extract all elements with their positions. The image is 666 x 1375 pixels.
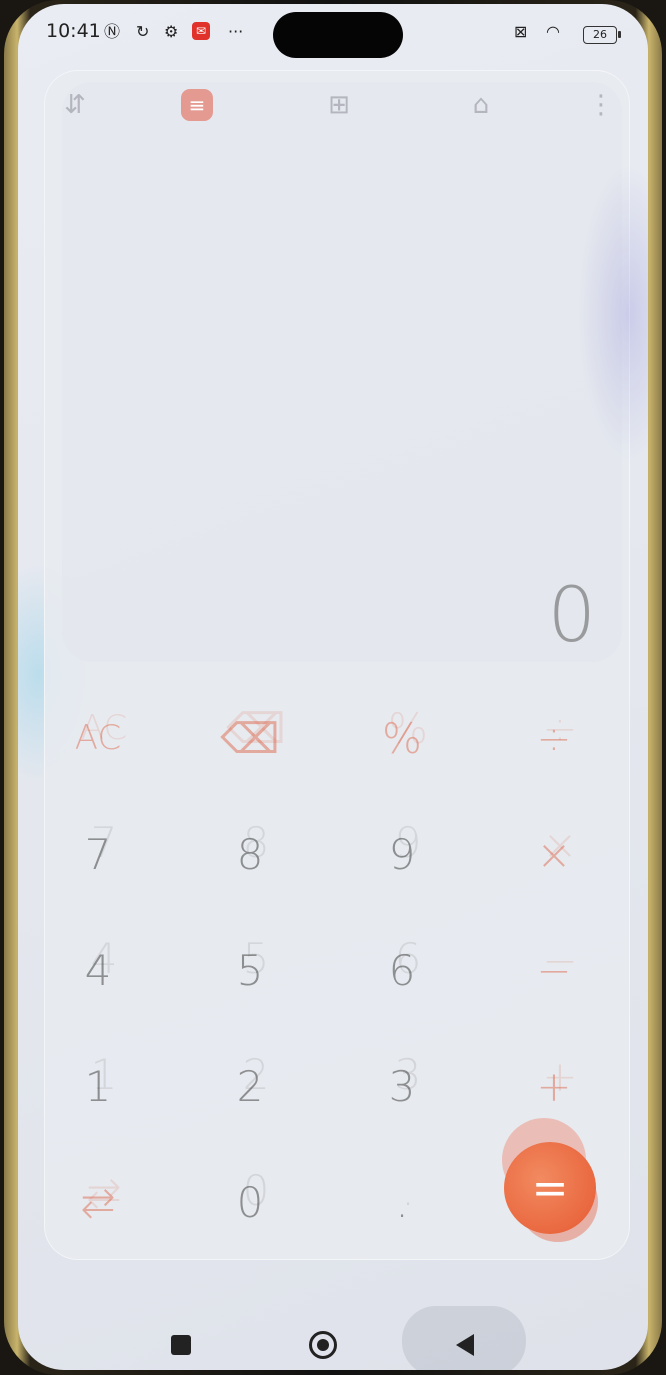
back-triangle-icon: [456, 1334, 474, 1356]
backspace-button[interactable]: ⌫: [200, 698, 300, 778]
result-display: 0: [547, 570, 596, 659]
recents-button[interactable]: [156, 1320, 206, 1370]
more-dots-icon: ···: [228, 22, 244, 41]
nfc-icon: Ⓝ: [104, 22, 121, 41]
mode-switch-button[interactable]: ⇄: [48, 1162, 148, 1242]
digit-5-button[interactable]: 5: [200, 930, 300, 1010]
mortgage-icon[interactable]: ⌂: [456, 80, 506, 130]
circle-icon: [309, 1331, 337, 1359]
navigation-bar: [18, 1306, 648, 1370]
digit-9-button[interactable]: 9: [352, 814, 452, 894]
mail-icon: ✉: [192, 22, 210, 40]
digit-2-button[interactable]: 2: [200, 1046, 300, 1126]
digit-8-button[interactable]: 8: [200, 814, 300, 894]
equals-button[interactable]: =: [504, 1142, 596, 1234]
status-bar: 10:41 Ⓝ ↻ ⚙ ✉ ··· ⊠ ◠ 26: [18, 4, 648, 64]
subtract-button[interactable]: −: [504, 930, 604, 1010]
sync-icon: ↻: [136, 22, 150, 41]
battery-indicator: 26: [583, 26, 621, 44]
digit-4-button[interactable]: 4: [48, 930, 148, 1010]
square-icon: [171, 1335, 191, 1355]
digit-7-button[interactable]: 7: [48, 814, 148, 894]
camera-notch: [273, 12, 403, 58]
display-area: [62, 82, 622, 662]
equals-label: =: [531, 1162, 569, 1214]
percent-button[interactable]: %: [352, 698, 452, 778]
calculator-icon[interactable]: ≡: [172, 80, 222, 130]
settings-icon: ⚙: [164, 22, 179, 41]
digit-6-button[interactable]: 6: [352, 930, 452, 1010]
more-menu-icon[interactable]: ⋮: [576, 80, 626, 130]
unit-convert-icon[interactable]: ⇵: [50, 80, 100, 130]
multiply-button[interactable]: ×: [504, 814, 604, 894]
status-time: 10:41: [46, 20, 101, 42]
tools-grid-icon[interactable]: ⊞: [314, 80, 364, 130]
digit-3-button[interactable]: 3: [352, 1046, 452, 1126]
screen: 10:41 Ⓝ ↻ ⚙ ✉ ··· ⊠ ◠ 26 ⇵ ≡ ⊞ ⌂ ⋮ 0 AC …: [18, 4, 648, 1370]
home-button[interactable]: [298, 1320, 348, 1370]
calculator-toolbar: ⇵ ≡ ⊞ ⌂ ⋮: [18, 80, 648, 130]
clear-button[interactable]: AC: [48, 698, 148, 778]
wifi-icon: ◠: [546, 22, 560, 41]
digit-0-button[interactable]: 0: [200, 1162, 300, 1242]
digit-1-button[interactable]: 1: [48, 1046, 148, 1126]
back-button[interactable]: [440, 1320, 490, 1370]
sim-off-icon: ⊠: [514, 22, 528, 41]
battery-level: 26: [593, 28, 607, 41]
divide-button[interactable]: ÷: [504, 698, 604, 778]
decimal-button[interactable]: .: [352, 1162, 452, 1242]
add-button[interactable]: +: [504, 1046, 604, 1126]
